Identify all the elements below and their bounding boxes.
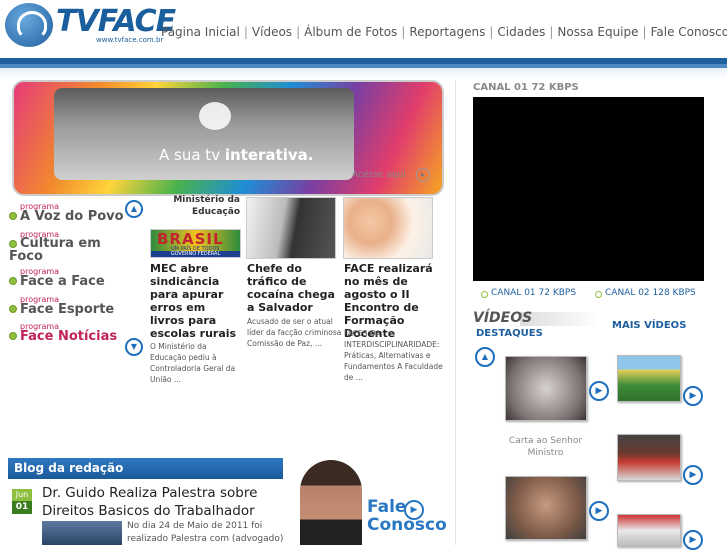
nav-reportagens[interactable]: Reportagens bbox=[409, 25, 485, 39]
bullet-icon bbox=[9, 305, 17, 313]
play-icon[interactable]: ▶ bbox=[683, 530, 703, 550]
program-a-voz-do-povo[interactable]: A Voz do Povo bbox=[20, 209, 124, 224]
nav-cidades[interactable]: Cidades bbox=[497, 25, 545, 39]
logo-emblem[interactable] bbox=[5, 3, 53, 47]
banner-tagline-prefix: A sua tv bbox=[159, 146, 225, 164]
more-video-thumbnail[interactable] bbox=[617, 355, 681, 402]
nav-separator: | bbox=[489, 25, 494, 39]
channel-01-link[interactable]: CANAL 01 72 KBPS bbox=[491, 288, 576, 298]
logo-url: www.tvface.com.br bbox=[96, 36, 164, 44]
scroll-down-icon[interactable]: ▼ bbox=[125, 338, 143, 356]
featured-video-thumbnail[interactable] bbox=[505, 476, 587, 540]
destaques-heading: DESTAQUES bbox=[476, 328, 543, 339]
play-icon[interactable]: ▶ bbox=[683, 465, 703, 485]
news-summary: Acusado de ser o atual líder da facção c… bbox=[247, 317, 342, 348]
play-icon[interactable]: ▶ bbox=[404, 500, 424, 520]
program-face-esporte[interactable]: Face Esporte bbox=[20, 302, 114, 317]
nav-fale-conosco[interactable]: Fale Conosco bbox=[651, 25, 727, 39]
video-player[interactable] bbox=[473, 97, 704, 281]
brasil-logo-gov: GOVERNO FEDERAL bbox=[151, 251, 240, 257]
featured-video-caption: Carta ao Senhor Ministro bbox=[508, 436, 583, 458]
play-icon[interactable]: ▶ bbox=[589, 501, 609, 521]
nav-separator: | bbox=[642, 25, 647, 39]
blog-post-thumbnail[interactable] bbox=[42, 521, 122, 545]
play-icon[interactable]: ▸ bbox=[416, 168, 430, 182]
news-photo[interactable] bbox=[246, 197, 336, 259]
banner-tagline: A sua tv interativa. bbox=[159, 146, 313, 164]
bullet-icon bbox=[9, 277, 17, 285]
more-video-thumbnail[interactable] bbox=[617, 434, 681, 481]
channel-02-link[interactable]: CANAL 02 128 KBPS bbox=[605, 288, 696, 298]
scroll-up-icon[interactable]: ▲ bbox=[125, 200, 143, 218]
player-channel-label: CANAL 01 72 KBPS bbox=[473, 82, 579, 93]
banner-tv-screen bbox=[54, 88, 354, 180]
bullet-icon bbox=[9, 212, 17, 220]
news-image-caption: Ministério da Educação bbox=[173, 195, 240, 217]
videos-heading: VÍDEOS bbox=[473, 310, 533, 326]
bullet-icon bbox=[595, 291, 602, 298]
post-date-month: Jun bbox=[12, 489, 32, 501]
program-face-noticias[interactable]: Face Notícias bbox=[20, 329, 117, 344]
nav-nossa-equipe[interactable]: Nossa Equipe bbox=[557, 25, 638, 39]
nav-separator: | bbox=[243, 25, 248, 39]
news-title[interactable]: Chefe do tráfico de cocaína chega a Salv… bbox=[247, 262, 342, 314]
program-face-a-face[interactable]: Face a Face bbox=[20, 274, 105, 289]
blog-post-title[interactable]: Dr. Guido Realiza Palestra sobre Direito… bbox=[42, 484, 292, 520]
play-icon[interactable]: ▶ bbox=[683, 386, 703, 406]
program-cultura-em-foco[interactable]: Cultura em Foco bbox=[9, 237, 109, 263]
nav-separator: | bbox=[549, 25, 554, 39]
bullet-icon bbox=[481, 291, 488, 298]
fale-conosco-image[interactable] bbox=[300, 460, 362, 545]
brasil-logo-image[interactable]: BRASIL UM PAÍS DE TODOS GOVERNO FEDERAL bbox=[150, 229, 241, 258]
news-summary: O Ministério da Educação pediu à Control… bbox=[150, 342, 236, 384]
banner-tagline-bold: interativa. bbox=[224, 146, 314, 164]
top-navigation: Página Inicial | Vídeos | Álbum de Fotos | Rep… bbox=[161, 25, 727, 39]
nav-pagina-inicial[interactable]: Página Inicial bbox=[161, 25, 240, 39]
post-date-day: 01 bbox=[12, 501, 32, 514]
nav-separator: | bbox=[401, 25, 406, 39]
featured-video-thumbnail[interactable] bbox=[505, 356, 587, 421]
banner-access-link[interactable]: Acesse aqui bbox=[352, 170, 406, 180]
fale-line2: Conosco bbox=[367, 515, 447, 535]
banner-logo-icon bbox=[199, 102, 231, 130]
fale-line1: Fale bbox=[367, 497, 407, 517]
header-shadow bbox=[0, 68, 727, 78]
scroll-up-icon[interactable]: ▲ bbox=[475, 347, 495, 367]
site-logo[interactable]: TVFACE bbox=[56, 4, 176, 39]
more-video-thumbnail[interactable] bbox=[617, 514, 681, 547]
bullet-icon bbox=[9, 332, 17, 340]
news-photo[interactable] bbox=[343, 197, 433, 259]
play-icon[interactable]: ▶ bbox=[589, 381, 609, 401]
mais-videos-link[interactable]: MAIS VÍDEOS bbox=[612, 320, 686, 331]
blog-post-excerpt: No dia 24 de Maio de 2011 foi realizado … bbox=[127, 521, 284, 544]
column-divider bbox=[455, 80, 456, 545]
nav-videos[interactable]: Vídeos bbox=[252, 25, 292, 39]
nav-separator: | bbox=[296, 25, 301, 39]
logo-tv: TV bbox=[56, 4, 99, 39]
news-summary: FACES DA INTERDISCIPLINARIDADE: Práticas… bbox=[344, 329, 443, 382]
news-title[interactable]: MEC abre sindicância para apurar erros e… bbox=[150, 262, 242, 340]
blog-heading[interactable]: Blog da redação bbox=[14, 461, 123, 475]
nav-album-de-fotos[interactable]: Álbum de Fotos bbox=[304, 25, 397, 39]
